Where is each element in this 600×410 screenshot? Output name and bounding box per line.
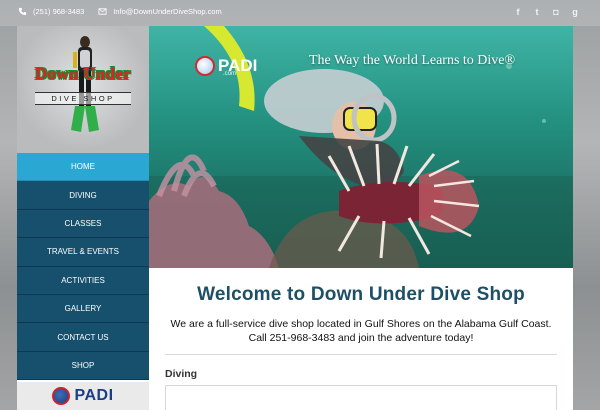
logo-subtitle: DIVE SHOP [35, 92, 131, 105]
phone-link[interactable]: (251) 968-3483 [18, 7, 84, 16]
phone-icon [18, 7, 27, 16]
social-links: f t ◘ g [513, 6, 580, 17]
sidebar: Down Under DIVE SHOP HOME DIVING CLASSES… [17, 26, 149, 410]
logo-title: Down Under [34, 64, 132, 83]
nav-item-shop[interactable]: SHOP [17, 351, 149, 381]
section-heading-diving: Diving [165, 368, 198, 380]
padi-globe-icon [195, 56, 215, 76]
nav-item-classes[interactable]: CLASSES [17, 209, 149, 239]
google-plus-icon[interactable]: g [570, 6, 580, 17]
email-link[interactable]: Info@DownUnderDiveShop.com [98, 7, 222, 16]
nav-item-activities[interactable]: ACTIVITIES [17, 266, 149, 295]
site-logo[interactable]: Down Under DIVE SHOP [17, 26, 149, 153]
envelope-icon [98, 8, 107, 15]
intro-line-2: Call 251-968-3483 and join the adventure… [248, 331, 474, 344]
nav-item-travel-events[interactable]: TRAVEL & EVENTS [17, 238, 149, 267]
phone-number: (251) 968-3483 [33, 7, 85, 16]
facebook-icon[interactable]: f [513, 6, 523, 17]
padi-badge[interactable]: PADI [17, 380, 149, 410]
nav-item-gallery[interactable]: GALLERY [17, 294, 149, 324]
contact-info: (251) 968-3483 Info@DownUnderDiveShop.co… [18, 7, 222, 16]
diver-logo-icon [71, 36, 99, 132]
hero-tagline: The Way the World Learns to Dive® [309, 53, 516, 68]
intro-text: We are a full-service dive shop located … [149, 318, 573, 345]
content-divider [165, 354, 557, 355]
diving-section-panel [165, 385, 557, 410]
email-address: Info@DownUnderDiveShop.com [113, 7, 222, 16]
hero-banner: PADI .com The Way the World Learns to Di… [149, 26, 573, 268]
top-bar: (251) 968-3483 Info@DownUnderDiveShop.co… [0, 0, 600, 26]
twitter-icon[interactable]: t [532, 6, 542, 17]
instagram-icon[interactable]: ◘ [551, 6, 561, 17]
intro-line-1: We are a full-service dive shop located … [170, 318, 552, 330]
padi-badge-label: PADI [74, 387, 114, 405]
nav-item-home[interactable]: HOME [17, 153, 149, 182]
main-nav: HOME DIVING CLASSES TRAVEL & EVENTS ACTI… [17, 153, 149, 381]
main-content: Welcome to Down Under Dive Shop We are a… [149, 268, 573, 410]
nav-item-diving[interactable]: DIVING [17, 181, 149, 210]
padi-globe-icon [52, 387, 71, 406]
nav-item-contact-us[interactable]: CONTACT US [17, 323, 149, 352]
page-title: Welcome to Down Under Dive Shop [197, 284, 525, 305]
hero-padi-suffix: .com [223, 71, 237, 77]
